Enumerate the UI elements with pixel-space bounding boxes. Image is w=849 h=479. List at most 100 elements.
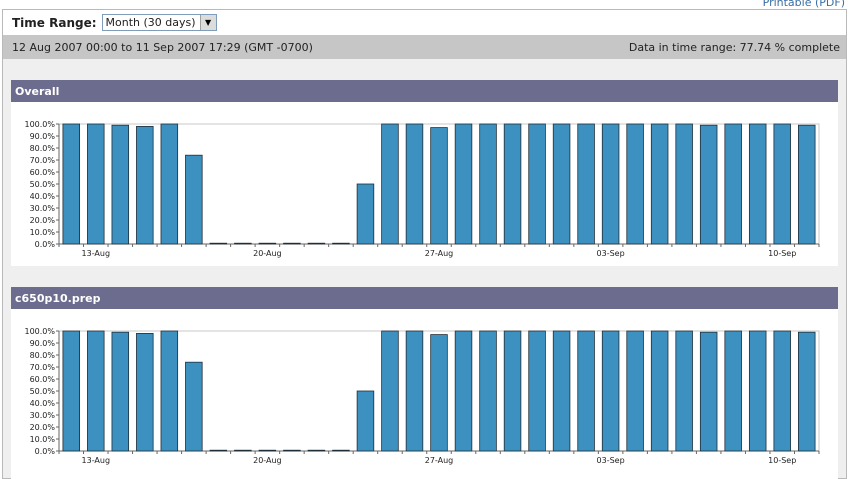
time-range-label: Time Range: <box>12 15 97 30</box>
completeness-text: Data in time range: 77.74 % complete <box>628 40 840 54</box>
bar <box>185 154 203 245</box>
bar <box>307 449 326 452</box>
y-tick-label: 30.0% <box>30 204 56 213</box>
bar <box>62 330 80 452</box>
bar <box>650 330 669 452</box>
chevron-down-icon[interactable]: ▼ <box>199 15 216 30</box>
x-tick-label: 10-Sep <box>768 249 796 258</box>
y-tick-label: 0.0% <box>35 447 56 456</box>
bar-chart-c650p10: 0.0% 10.0% 20.0% 30.0% 40.0% 50.0% 60.0% 70.0% 8… <box>24 327 820 465</box>
bar <box>307 242 326 245</box>
x-tick-label: 20-Aug <box>253 249 282 258</box>
bar <box>405 123 424 245</box>
bar <box>552 123 571 245</box>
y-tick-label: 40.0% <box>30 399 56 408</box>
bar <box>111 124 130 245</box>
section-header-c650p10: c650p10.prep <box>11 287 838 309</box>
bar <box>160 330 179 452</box>
report-frame: Time Range: Month (30 days) ▼ 12 Aug 200… <box>2 9 847 479</box>
bar <box>356 183 375 245</box>
bar <box>356 390 375 452</box>
info-row: 12 Aug 2007 00:00 to 11 Sep 2007 17:29 (… <box>3 35 846 59</box>
bar <box>332 449 350 452</box>
bar <box>430 127 448 245</box>
bar <box>528 330 546 452</box>
bar <box>552 330 571 452</box>
y-tick-label: 20.0% <box>30 216 56 225</box>
bar <box>675 330 693 452</box>
bar <box>454 123 473 245</box>
bar <box>454 330 473 452</box>
y-tick-label: 90.0% <box>30 132 56 141</box>
y-tick-label: 60.0% <box>30 168 56 177</box>
bar <box>577 123 595 245</box>
bar <box>626 330 644 452</box>
bar <box>798 331 816 452</box>
bar <box>381 330 399 452</box>
bar <box>798 124 816 245</box>
bar <box>430 334 448 452</box>
bar <box>111 331 130 452</box>
bar <box>258 242 277 245</box>
x-tick-label: 10-Sep <box>768 456 796 465</box>
bar <box>234 242 252 245</box>
bar <box>773 123 791 245</box>
y-tick-label: 30.0% <box>30 411 56 420</box>
time-range-select[interactable]: Month (30 days) ▼ <box>101 14 217 31</box>
y-tick-label: 70.0% <box>30 363 56 372</box>
y-tick-label: 70.0% <box>30 156 56 165</box>
y-tick-label: 80.0% <box>30 351 56 360</box>
bar <box>699 124 718 245</box>
bar <box>503 123 522 245</box>
x-tick-label: 03-Sep <box>597 249 625 258</box>
bar-chart-overall: 0.0% 10.0% 20.0% 30.0% 40.0% 50.0% 60.0% 70.0% 8… <box>24 120 820 258</box>
x-tick-label: 20-Aug <box>253 456 282 465</box>
y-tick-label: 40.0% <box>30 192 56 201</box>
x-tick-label: 27-Aug <box>425 456 454 465</box>
bar <box>332 242 350 245</box>
bar <box>479 123 497 245</box>
bar <box>773 330 791 452</box>
y-tick-label: 50.0% <box>30 387 56 396</box>
y-tick-label: 50.0% <box>30 180 56 189</box>
bar <box>160 123 179 245</box>
y-tick-label: 100.0% <box>24 120 55 129</box>
bar <box>234 449 252 452</box>
bar <box>479 330 497 452</box>
section-title: c650p10.prep <box>15 291 101 305</box>
section-title: Overall <box>15 84 60 98</box>
date-range-text: 12 Aug 2007 00:00 to 11 Sep 2007 17:29 (… <box>12 40 313 54</box>
bar <box>650 123 669 245</box>
bar <box>62 123 80 245</box>
bar <box>87 330 105 452</box>
bar <box>601 123 620 245</box>
bar <box>209 242 228 245</box>
x-tick-label: 03-Sep <box>597 456 625 465</box>
bar <box>283 449 301 452</box>
bar <box>724 123 742 245</box>
y-tick-label: 10.0% <box>30 228 56 237</box>
bar <box>699 331 718 452</box>
y-tick-label: 0.0% <box>35 240 56 249</box>
x-tick-label: 13-Aug <box>82 456 111 465</box>
bar <box>381 123 399 245</box>
y-tick-label: 100.0% <box>24 327 55 336</box>
time-range-row: Time Range: Month (30 days) ▼ <box>3 10 846 35</box>
bar <box>87 123 105 245</box>
bar <box>577 330 595 452</box>
x-tick-label: 13-Aug <box>82 249 111 258</box>
chart-overall: 0.0% 10.0% 20.0% 30.0% 40.0% 50.0% 60.0% 70.0% 8… <box>11 102 838 266</box>
bar <box>724 330 742 452</box>
bar <box>258 449 277 452</box>
bar <box>748 123 767 245</box>
bar <box>209 449 228 452</box>
bar <box>136 332 154 452</box>
chart-c650p10: 0.0% 10.0% 20.0% 30.0% 40.0% 50.0% 60.0% 70.0% 8… <box>11 309 838 479</box>
bar <box>748 330 767 452</box>
x-tick-label: 27-Aug <box>425 249 454 258</box>
y-tick-label: 60.0% <box>30 375 56 384</box>
bar <box>503 330 522 452</box>
y-tick-label: 80.0% <box>30 144 56 153</box>
bar <box>185 361 203 452</box>
printable-pdf-link[interactable]: Printable (PDF) <box>763 0 845 9</box>
